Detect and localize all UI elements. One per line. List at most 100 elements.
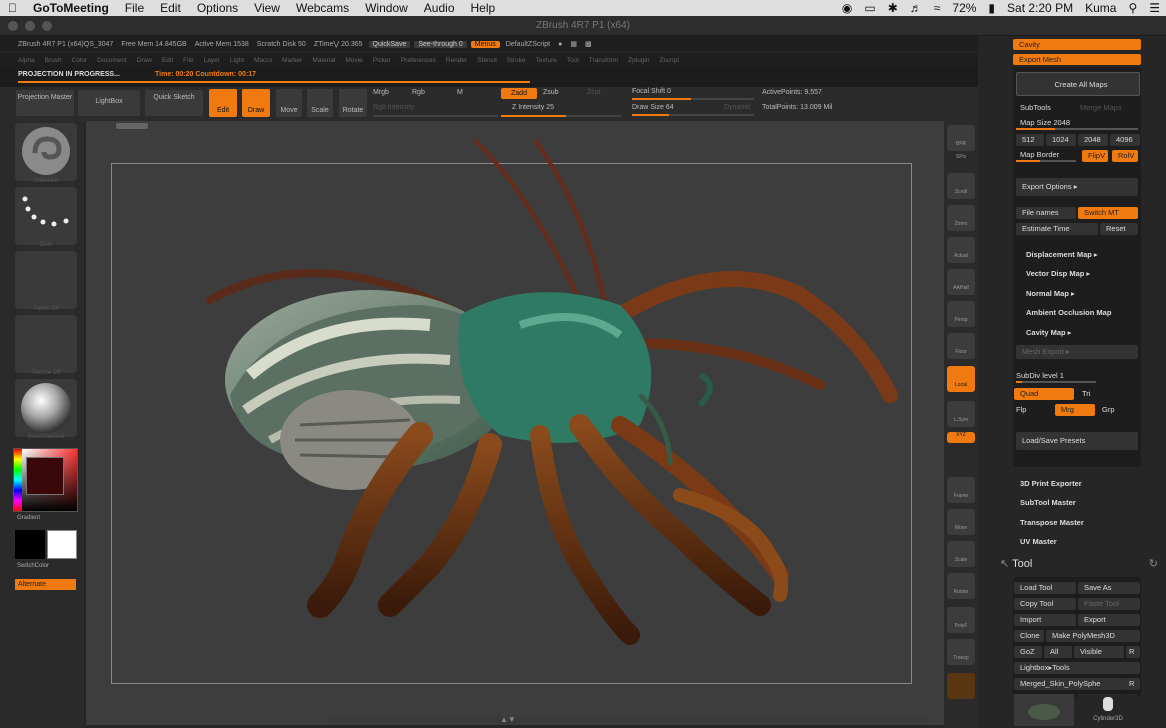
main-color-swatch[interactable] (47, 530, 77, 559)
draw-size-track[interactable] (632, 114, 754, 116)
subtools-toggle[interactable]: SubTools (1020, 103, 1051, 112)
stroke-thumbnail[interactable] (15, 187, 77, 245)
rolv-button[interactable]: RolV (1112, 150, 1138, 162)
zmenu-render[interactable]: Render (441, 57, 472, 64)
rgb-button[interactable]: Rgb (412, 89, 425, 96)
zmenu-zplugin[interactable]: Zplugin (623, 57, 654, 64)
shelf-ghost-button[interactable] (947, 673, 975, 699)
clone-button[interactable]: Clone (1014, 630, 1044, 642)
estimate-time-button[interactable]: Estimate Time (1016, 223, 1098, 235)
zmenu-marker[interactable]: Marker (277, 57, 307, 64)
see-through-slider[interactable]: See-through 0 (414, 40, 467, 48)
shelf-aahalf-button[interactable]: AAHalf (947, 269, 975, 295)
map-border-slider[interactable]: Map Border (1020, 150, 1059, 159)
focal-shift-slider[interactable]: Focal Shift 0 (632, 88, 671, 95)
default-zscript-button[interactable]: DefaultZScript (502, 41, 554, 48)
zmenu-texture[interactable]: Texture (531, 57, 562, 64)
zmenu-document[interactable]: Document (92, 57, 132, 64)
dynamic-button[interactable]: Dynamic (724, 104, 751, 111)
battery-icon[interactable]: ▮ (982, 1, 1001, 15)
lightbox-tools-button[interactable]: Lightbox▸Tools (1014, 662, 1140, 674)
zmenu-movie[interactable]: Movie (340, 57, 367, 64)
zmenu-draw[interactable]: Draw (132, 57, 157, 64)
rgb-intensity-slider[interactable]: Rgb Intensity (373, 104, 414, 111)
cavity-button[interactable]: Cavity (1013, 39, 1141, 50)
goz-visible-button[interactable]: Visible (1074, 646, 1124, 658)
tri-button[interactable]: Tri (1082, 389, 1090, 398)
copy-tool-button[interactable]: Copy Tool (1014, 598, 1076, 610)
zmenu-layer[interactable]: Layer (199, 57, 225, 64)
zadd-button[interactable]: Zadd (501, 88, 537, 99)
shelf-spix-button[interactable]: SPix (947, 154, 975, 166)
projection-master-button[interactable]: Projection Master (16, 90, 74, 116)
zmenu-tool[interactable]: Tool (562, 57, 584, 64)
material-thumbnail[interactable] (15, 379, 77, 437)
goz-button[interactable]: GoZ (1014, 646, 1042, 658)
menus-toggle[interactable]: Menus (470, 40, 500, 48)
zsub-button[interactable]: Zsub (543, 89, 559, 96)
notification-icon[interactable]: ☰ (1143, 1, 1166, 15)
zmenu-file[interactable]: File (178, 57, 198, 64)
zmenu-edit[interactable]: Edit (157, 57, 178, 64)
bluetooth-icon[interactable]: ✱ (882, 1, 904, 15)
spotlight-icon[interactable]: ⚲ (1122, 1, 1143, 15)
size-2048-button[interactable]: 2048 (1078, 134, 1108, 146)
menu-file[interactable]: File (117, 1, 152, 15)
zmenu-picker[interactable]: Picker (368, 57, 396, 64)
load-save-presets-button[interactable]: Load/Save Presets (1016, 432, 1138, 450)
tool-thumbnail-creature[interactable] (1014, 694, 1074, 726)
menu-view[interactable]: View (246, 1, 288, 15)
3d-print-exporter-button[interactable]: 3D Print Exporter (1020, 479, 1082, 488)
help-icon[interactable]: ● (554, 41, 566, 48)
size-1024-button[interactable]: 1024 (1046, 134, 1076, 146)
apple-icon[interactable]:  (0, 1, 25, 15)
scale-button[interactable]: Scale (307, 89, 333, 117)
display-icon[interactable]: ▭ (858, 1, 881, 15)
rotate-button[interactable]: Rotate (339, 89, 367, 117)
shelf-scroll-button[interactable]: Scroll (947, 173, 975, 199)
quad-button[interactable]: Quad (1014, 388, 1074, 400)
displacement-map-button[interactable]: Displacement Map ▸ (1026, 250, 1098, 259)
color-picker[interactable] (13, 448, 78, 512)
zcut-button[interactable]: Zcut (587, 89, 601, 96)
current-tool-slider[interactable]: Merged_Skin_PolySphe (1014, 678, 1126, 690)
bottom-tray-handle[interactable] (330, 717, 930, 724)
export-button[interactable]: Export (1078, 614, 1140, 626)
lightbox-button[interactable]: LightBox (78, 90, 140, 116)
rgb-intensity-track[interactable] (373, 115, 498, 117)
wifi-icon[interactable]: ≈ (928, 1, 947, 15)
import-button[interactable]: Import (1014, 614, 1076, 626)
make-polymesh3d-button[interactable]: Make PolyMesh3D (1046, 630, 1140, 642)
focal-shift-track[interactable] (632, 98, 754, 100)
ambient-occlusion-map-button[interactable]: Ambient Occlusion Map (1026, 308, 1111, 317)
subdiv-level-slider[interactable]: SubDiv level 1 (1016, 371, 1064, 380)
app-menu[interactable]: GoToMeeting (25, 1, 117, 15)
shelf-move-button[interactable]: Move (947, 509, 975, 535)
canvas-scroll-handle[interactable] (116, 123, 148, 129)
cavity-map-button[interactable]: Cavity Map ▸ (1026, 328, 1071, 337)
minimize-window-button[interactable] (25, 21, 35, 31)
tool-palette-header[interactable]: ↖ Tool ↻ (1000, 557, 1158, 571)
shelf-rotate-button[interactable]: Rotate (947, 573, 975, 599)
zmenu-zscript[interactable]: Zscript (655, 57, 685, 64)
export-options-button[interactable]: Export Options ▸ (1016, 178, 1138, 196)
draw-size-slider[interactable]: Draw Size 64 (632, 104, 674, 111)
switch-color-button[interactable]: SwitchColor (17, 563, 79, 569)
texture-thumbnail[interactable] (15, 315, 77, 373)
zmenu-alpha[interactable]: Alpha (0, 57, 40, 64)
shelf-actual-button[interactable]: Actual (947, 237, 975, 263)
tool-refresh-icon[interactable]: ↻ (1149, 557, 1158, 570)
brush-thumbnail[interactable] (15, 123, 77, 181)
flp-button[interactable]: Flp (1016, 405, 1026, 414)
reset-button[interactable]: Reset (1100, 223, 1138, 235)
shelf-floor-button[interactable]: Floor (947, 333, 975, 359)
gotomeeting-status-icon[interactable]: ◉ (836, 1, 858, 15)
zmenu-material[interactable]: Material (307, 57, 340, 64)
load-tool-button[interactable]: Load Tool (1014, 582, 1076, 594)
zmenu-color[interactable]: Color (67, 57, 93, 64)
mrg-button[interactable]: Mrg (1055, 404, 1095, 416)
shelf-scale-button[interactable]: Scale (947, 541, 975, 567)
shelf-local-button[interactable]: Local (947, 366, 975, 392)
lock-icon[interactable]: ▩ (581, 40, 596, 48)
zmenu-macro[interactable]: Macro (249, 57, 277, 64)
